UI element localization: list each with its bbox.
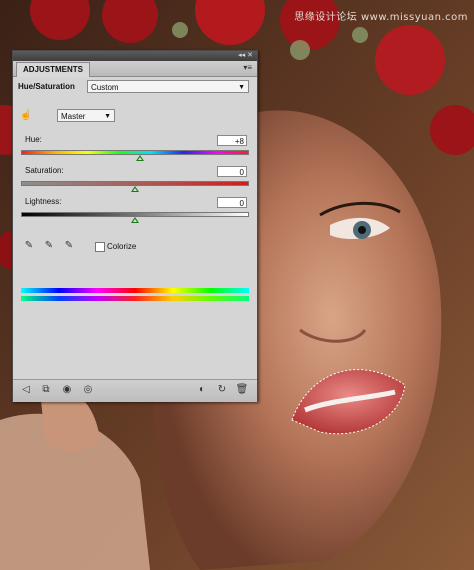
clip-layer-icon[interactable]: ◉ xyxy=(60,384,74,396)
visibility-eye-icon[interactable]: ◎ xyxy=(81,384,95,396)
site-watermark: 思缘设计论坛 www.missyuan.com xyxy=(294,12,468,23)
colorize-label: Colorize xyxy=(107,242,137,251)
input-color-spectrum xyxy=(21,288,249,293)
eyedropper-icon[interactable]: ✎ xyxy=(23,240,35,252)
eyedropper-plus-icon[interactable]: ✎ xyxy=(43,240,55,252)
delete-icon[interactable]: 🗑 xyxy=(235,384,249,396)
panel-bottom-bar: ◁ ⧉ ◉ ◎ ◐ ↻ 🗑 xyxy=(13,379,257,402)
tab-adjustments[interactable]: ADJUSTMENTS xyxy=(16,62,91,77)
adjustments-panel: ◂◂ ✕ ADJUSTMENTS ▾≡ Hue/Saturation Custo… xyxy=(12,50,258,402)
hue-value-field[interactable]: +8 xyxy=(217,135,247,146)
adjustment-title: Hue/Saturation xyxy=(18,82,75,91)
preset-dropdown[interactable]: Custom ▼ xyxy=(87,80,249,93)
saturation-value-field[interactable]: 0 xyxy=(217,166,247,177)
reset-icon[interactable]: ↻ xyxy=(215,384,229,396)
hue-slider-thumb[interactable] xyxy=(135,155,144,161)
channel-dropdown[interactable]: Master ▼ xyxy=(57,109,115,122)
lightness-label: Lightness: xyxy=(25,197,62,206)
panel-title-strip[interactable]: ◂◂ ✕ xyxy=(13,51,257,61)
saturation-slider-thumb[interactable] xyxy=(131,186,139,192)
previous-state-icon[interactable]: ◐ xyxy=(195,384,209,396)
colorize-checkbox[interactable] xyxy=(95,242,105,252)
back-arrow-icon[interactable]: ◁ xyxy=(19,384,33,396)
saturation-label: Saturation: xyxy=(25,166,64,175)
lightness-value-field[interactable]: 0 xyxy=(217,197,247,208)
panel-menu-icon[interactable]: ▾≡ xyxy=(243,63,252,72)
output-color-spectrum xyxy=(21,296,249,301)
lightness-slider-thumb[interactable] xyxy=(131,217,139,223)
expand-view-icon[interactable]: ⧉ xyxy=(39,384,53,396)
channel-value: Master xyxy=(61,112,86,121)
chevron-down-icon: ▼ xyxy=(104,113,111,120)
eyedropper-minus-icon[interactable]: ✎ xyxy=(63,240,75,252)
panel-collapse-close-icons[interactable]: ◂◂ ✕ xyxy=(238,51,253,61)
hand-adjust-icon[interactable]: ☝ xyxy=(19,110,33,122)
preset-value: Custom xyxy=(91,83,119,92)
chevron-down-icon: ▼ xyxy=(238,84,245,91)
hue-label: Hue: xyxy=(25,135,42,144)
